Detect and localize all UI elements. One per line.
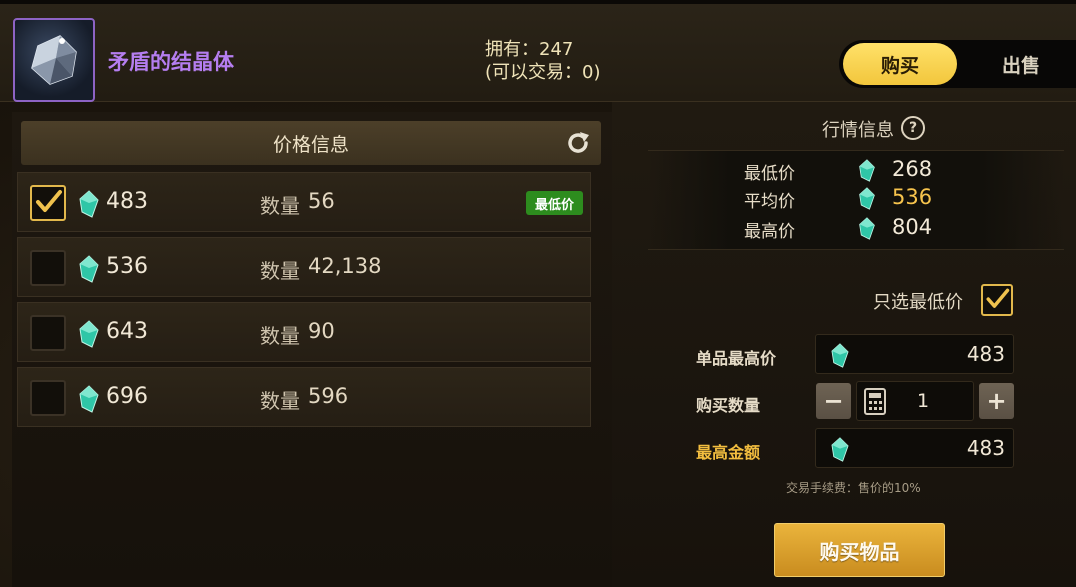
qty-label: 数量 [260,259,300,283]
row-price: 483 [106,189,148,214]
price-row[interactable]: 696 数量 596 [17,367,591,427]
gem-icon [831,437,849,462]
owned-total: 拥有：247 [485,39,574,60]
row-price: 536 [106,254,148,279]
price-list-header: 价格信息 [21,121,601,165]
quantity-input[interactable]: 1 [856,381,974,421]
price-row[interactable]: 536 数量 42,138 [17,237,591,297]
gem-icon [79,385,99,413]
crystal-item-icon [13,18,95,102]
row-checkbox[interactable] [30,250,66,286]
row-checkbox[interactable] [30,380,66,416]
gem-icon [859,217,875,240]
only-lowest-label: 只选最低价 [873,292,963,313]
buy-item-button[interactable]: 购买物品 [774,523,945,577]
market-info-box [648,150,1064,250]
only-lowest-checkbox[interactable] [981,284,1013,316]
row-qty: 42,138 [308,254,382,278]
row-price: 696 [106,384,148,409]
quantity-label: 购买数量 [696,396,761,415]
owned-count: 拥有：247 (可以交易：0) [485,38,601,84]
quantity-decrease-button[interactable]: − [816,383,851,419]
min-price-value: 268 [892,157,933,181]
lowest-price-badge: 最低价 [526,191,583,215]
price-row[interactable]: 643 数量 90 [17,302,591,362]
total-max-label: 最高金额 [696,443,761,462]
buy-sell-toggle: 购买 出售 [839,40,1076,88]
row-checkbox[interactable] [30,185,66,221]
avg-price-label: 平均价 [744,192,795,212]
min-price-label: 最低价 [744,164,795,184]
total-max-value: 483 [966,436,1005,460]
gem-icon [79,320,99,348]
max-price-value: 804 [892,215,933,239]
row-qty: 596 [308,384,349,408]
gem-icon [859,159,875,182]
unit-max-price-label: 单品最高价 [696,349,777,368]
gem-icon [831,343,849,368]
row-price: 643 [106,319,148,344]
row-qty: 56 [308,189,335,213]
row-checkbox[interactable] [30,315,66,351]
refresh-icon[interactable] [564,129,592,157]
qty-label: 数量 [260,194,300,218]
qty-label: 数量 [260,389,300,413]
check-icon [986,288,1010,308]
unit-max-price-value: 483 [966,342,1005,366]
fee-note: 交易手续费：售价的10% [786,481,921,495]
item-header: 矛盾的结晶体 拥有：247 (可以交易：0) 购买 出售 [0,4,1076,102]
qty-label: 数量 [260,324,300,348]
item-name: 矛盾的结晶体 [108,50,234,74]
quantity-value: 1 [917,390,930,412]
max-price-label: 最高价 [744,222,795,242]
calculator-icon[interactable] [864,388,886,415]
gem-icon [79,255,99,283]
gem-icon [859,187,875,210]
gem-icon [79,190,99,218]
quantity-increase-button[interactable]: + [979,383,1014,419]
total-max-field: 483 [815,428,1014,468]
check-icon [36,190,62,212]
avg-price-value: 536 [892,185,933,209]
unit-max-price-field[interactable]: 483 [815,334,1014,374]
row-qty: 90 [308,319,335,343]
price-row[interactable]: 483 数量 56 最低价 [17,172,591,232]
tab-sell[interactable]: 出售 [967,43,1075,85]
help-icon[interactable]: ? [901,116,925,140]
market-info-title: 行情信息 [822,120,894,141]
tradable-count: (可以交易：0) [485,62,601,83]
tab-buy[interactable]: 购买 [843,43,957,85]
price-list-title: 价格信息 [272,133,349,156]
